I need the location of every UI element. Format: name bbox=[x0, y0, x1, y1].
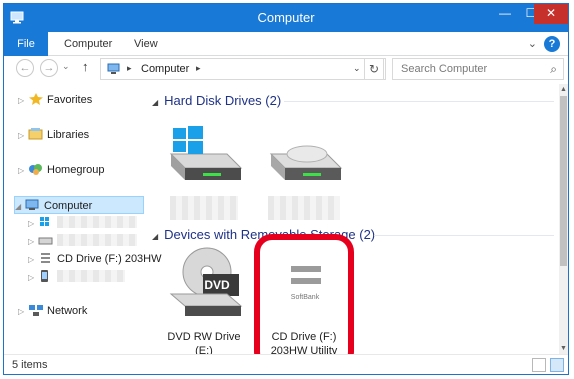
sidebar-item-label: Favorites bbox=[47, 94, 93, 106]
minimize-button[interactable]: — bbox=[492, 4, 518, 24]
details-view-icon[interactable] bbox=[532, 358, 546, 372]
windows-drive-icon bbox=[169, 126, 243, 180]
collapse-triangle-icon[interactable]: ◢ bbox=[152, 232, 158, 241]
group-divider bbox=[284, 101, 554, 102]
redacted-label bbox=[57, 234, 137, 246]
chevron-down-icon[interactable]: ⌄ bbox=[528, 38, 537, 50]
tab-view[interactable]: View bbox=[134, 32, 158, 56]
collapse-triangle-icon[interactable]: ◢ bbox=[152, 98, 158, 107]
expand-triangle-icon[interactable]: ▷ bbox=[28, 269, 38, 287]
content-pane: ◢ Hard Disk Drives (2) ◢ Devices with Re… bbox=[152, 84, 554, 370]
sidebar-item-label: Libraries bbox=[47, 129, 90, 141]
recent-locations-chevron-icon[interactable]: ⌄ bbox=[62, 61, 70, 72]
ribbon-tabs: File Computer View ⌄ ? bbox=[4, 32, 568, 56]
drive-c[interactable] bbox=[160, 124, 250, 187]
breadcrumb-computer[interactable]: Computer bbox=[141, 63, 189, 75]
vertical-scrollbar[interactable]: ▲ ▼ bbox=[559, 84, 568, 354]
tab-file[interactable]: File bbox=[4, 32, 48, 56]
address-bar-row: ← → ⌄ ↑ ▸ Computer ▸ ⌄ ↻ Search Computer… bbox=[4, 56, 568, 82]
libraries-icon bbox=[28, 128, 43, 140]
cd-drive-icon bbox=[41, 253, 50, 263]
scroll-up-arrow-icon[interactable]: ▲ bbox=[559, 86, 568, 93]
item-count: 5 items bbox=[12, 359, 48, 371]
computer-icon bbox=[107, 63, 120, 74]
sidebar-item-drive-d[interactable]: ▷ bbox=[28, 232, 137, 250]
dvd-badge: DVD bbox=[204, 278, 230, 292]
hard-drive-icon bbox=[269, 145, 343, 180]
group-header-hard-disk[interactable]: ◢ Hard Disk Drives (2) bbox=[152, 92, 281, 110]
tab-computer[interactable]: Computer bbox=[64, 32, 112, 56]
group-title: Hard Disk Drives (2) bbox=[164, 93, 282, 108]
sidebar-item-homegroup[interactable]: ▷ Homegroup bbox=[18, 161, 104, 179]
explorer-window: Computer — ☐ ✕ File Computer View ⌄ ? ← … bbox=[3, 3, 569, 375]
sidebar-item-libraries[interactable]: ▷ Libraries bbox=[18, 126, 89, 144]
sidebar-item-label: CD Drive (F:) 203HW bbox=[57, 253, 162, 265]
sidebar-item-device[interactable]: ▷ bbox=[28, 268, 125, 286]
group-divider bbox=[374, 235, 554, 236]
sidebar-item-label: Computer bbox=[44, 200, 93, 212]
star-icon bbox=[29, 93, 43, 105]
status-bar: 5 items bbox=[4, 354, 568, 374]
redacted-label bbox=[57, 270, 125, 282]
window-title: Computer bbox=[257, 10, 315, 25]
expand-triangle-icon[interactable]: ▷ bbox=[18, 303, 28, 321]
up-arrow-icon[interactable]: ↑ bbox=[82, 59, 89, 74]
large-icons-view-icon[interactable] bbox=[550, 358, 564, 372]
windows-drive-icon bbox=[40, 217, 49, 226]
refresh-button[interactable]: ↻ bbox=[364, 58, 384, 80]
expand-triangle-icon[interactable]: ▷ bbox=[28, 233, 38, 251]
scroll-down-arrow-icon[interactable]: ▼ bbox=[559, 345, 568, 352]
title-bar[interactable]: Computer — ☐ ✕ bbox=[4, 4, 568, 32]
hard-drive-icon bbox=[38, 237, 53, 245]
navigation-pane: ▷ Favorites ▷ Libraries ▷ Homegroup ◢ Comput… bbox=[4, 84, 162, 354]
sidebar-item-favorites[interactable]: ▷ Favorites bbox=[18, 91, 92, 109]
forward-arrow-icon[interactable]: → bbox=[40, 59, 58, 77]
redacted-drive-label bbox=[268, 196, 340, 220]
drive-d[interactable] bbox=[260, 124, 350, 187]
expand-triangle-icon[interactable]: ▷ bbox=[28, 215, 38, 233]
expand-triangle-icon[interactable]: ▷ bbox=[18, 127, 28, 145]
search-input[interactable]: Search Computer ⌕ bbox=[392, 58, 564, 80]
homegroup-icon bbox=[29, 164, 42, 175]
drive-dvd[interactable]: DVD bbox=[160, 246, 250, 323]
sidebar-item-computer[interactable]: ◢ Computer bbox=[14, 196, 144, 214]
sidebar-item-label: Network bbox=[47, 305, 88, 317]
sidebar-item-cd-drive[interactable]: ▷ CD Drive (F:) 203HW bbox=[28, 250, 162, 268]
breadcrumb-separator-icon[interactable]: ▸ bbox=[196, 63, 201, 74]
sidebar-item-network[interactable]: ▷ Network bbox=[18, 302, 87, 320]
expand-triangle-icon[interactable]: ▷ bbox=[28, 251, 38, 269]
help-icon[interactable]: ? bbox=[544, 36, 560, 52]
search-placeholder: Search Computer bbox=[401, 63, 488, 75]
search-icon[interactable]: ⌕ bbox=[550, 62, 557, 77]
sidebar-item-label: Homegroup bbox=[47, 164, 105, 176]
address-bar[interactable]: ▸ Computer ▸ ⌄ bbox=[100, 58, 386, 80]
collapse-triangle-icon[interactable]: ◢ bbox=[15, 198, 25, 216]
redacted-label bbox=[57, 216, 137, 228]
back-arrow-icon[interactable]: ← bbox=[16, 59, 34, 77]
breadcrumb-separator-icon[interactable]: ▸ bbox=[127, 63, 132, 74]
address-dropdown-icon[interactable]: ⌄ bbox=[353, 63, 361, 74]
device-icon bbox=[41, 270, 48, 282]
sidebar-item-drive-c[interactable]: ▷ bbox=[28, 214, 137, 232]
scroll-thumb[interactable] bbox=[560, 96, 567, 266]
redacted-drive-label bbox=[170, 196, 238, 220]
highlight-ring bbox=[254, 234, 354, 370]
label-line: DVD RW Drive bbox=[167, 331, 241, 343]
expand-triangle-icon[interactable]: ▷ bbox=[18, 162, 28, 180]
close-button[interactable]: ✕ bbox=[534, 4, 568, 24]
network-icon bbox=[29, 305, 43, 316]
computer-icon bbox=[25, 199, 39, 210]
expand-triangle-icon[interactable]: ▷ bbox=[18, 92, 28, 110]
